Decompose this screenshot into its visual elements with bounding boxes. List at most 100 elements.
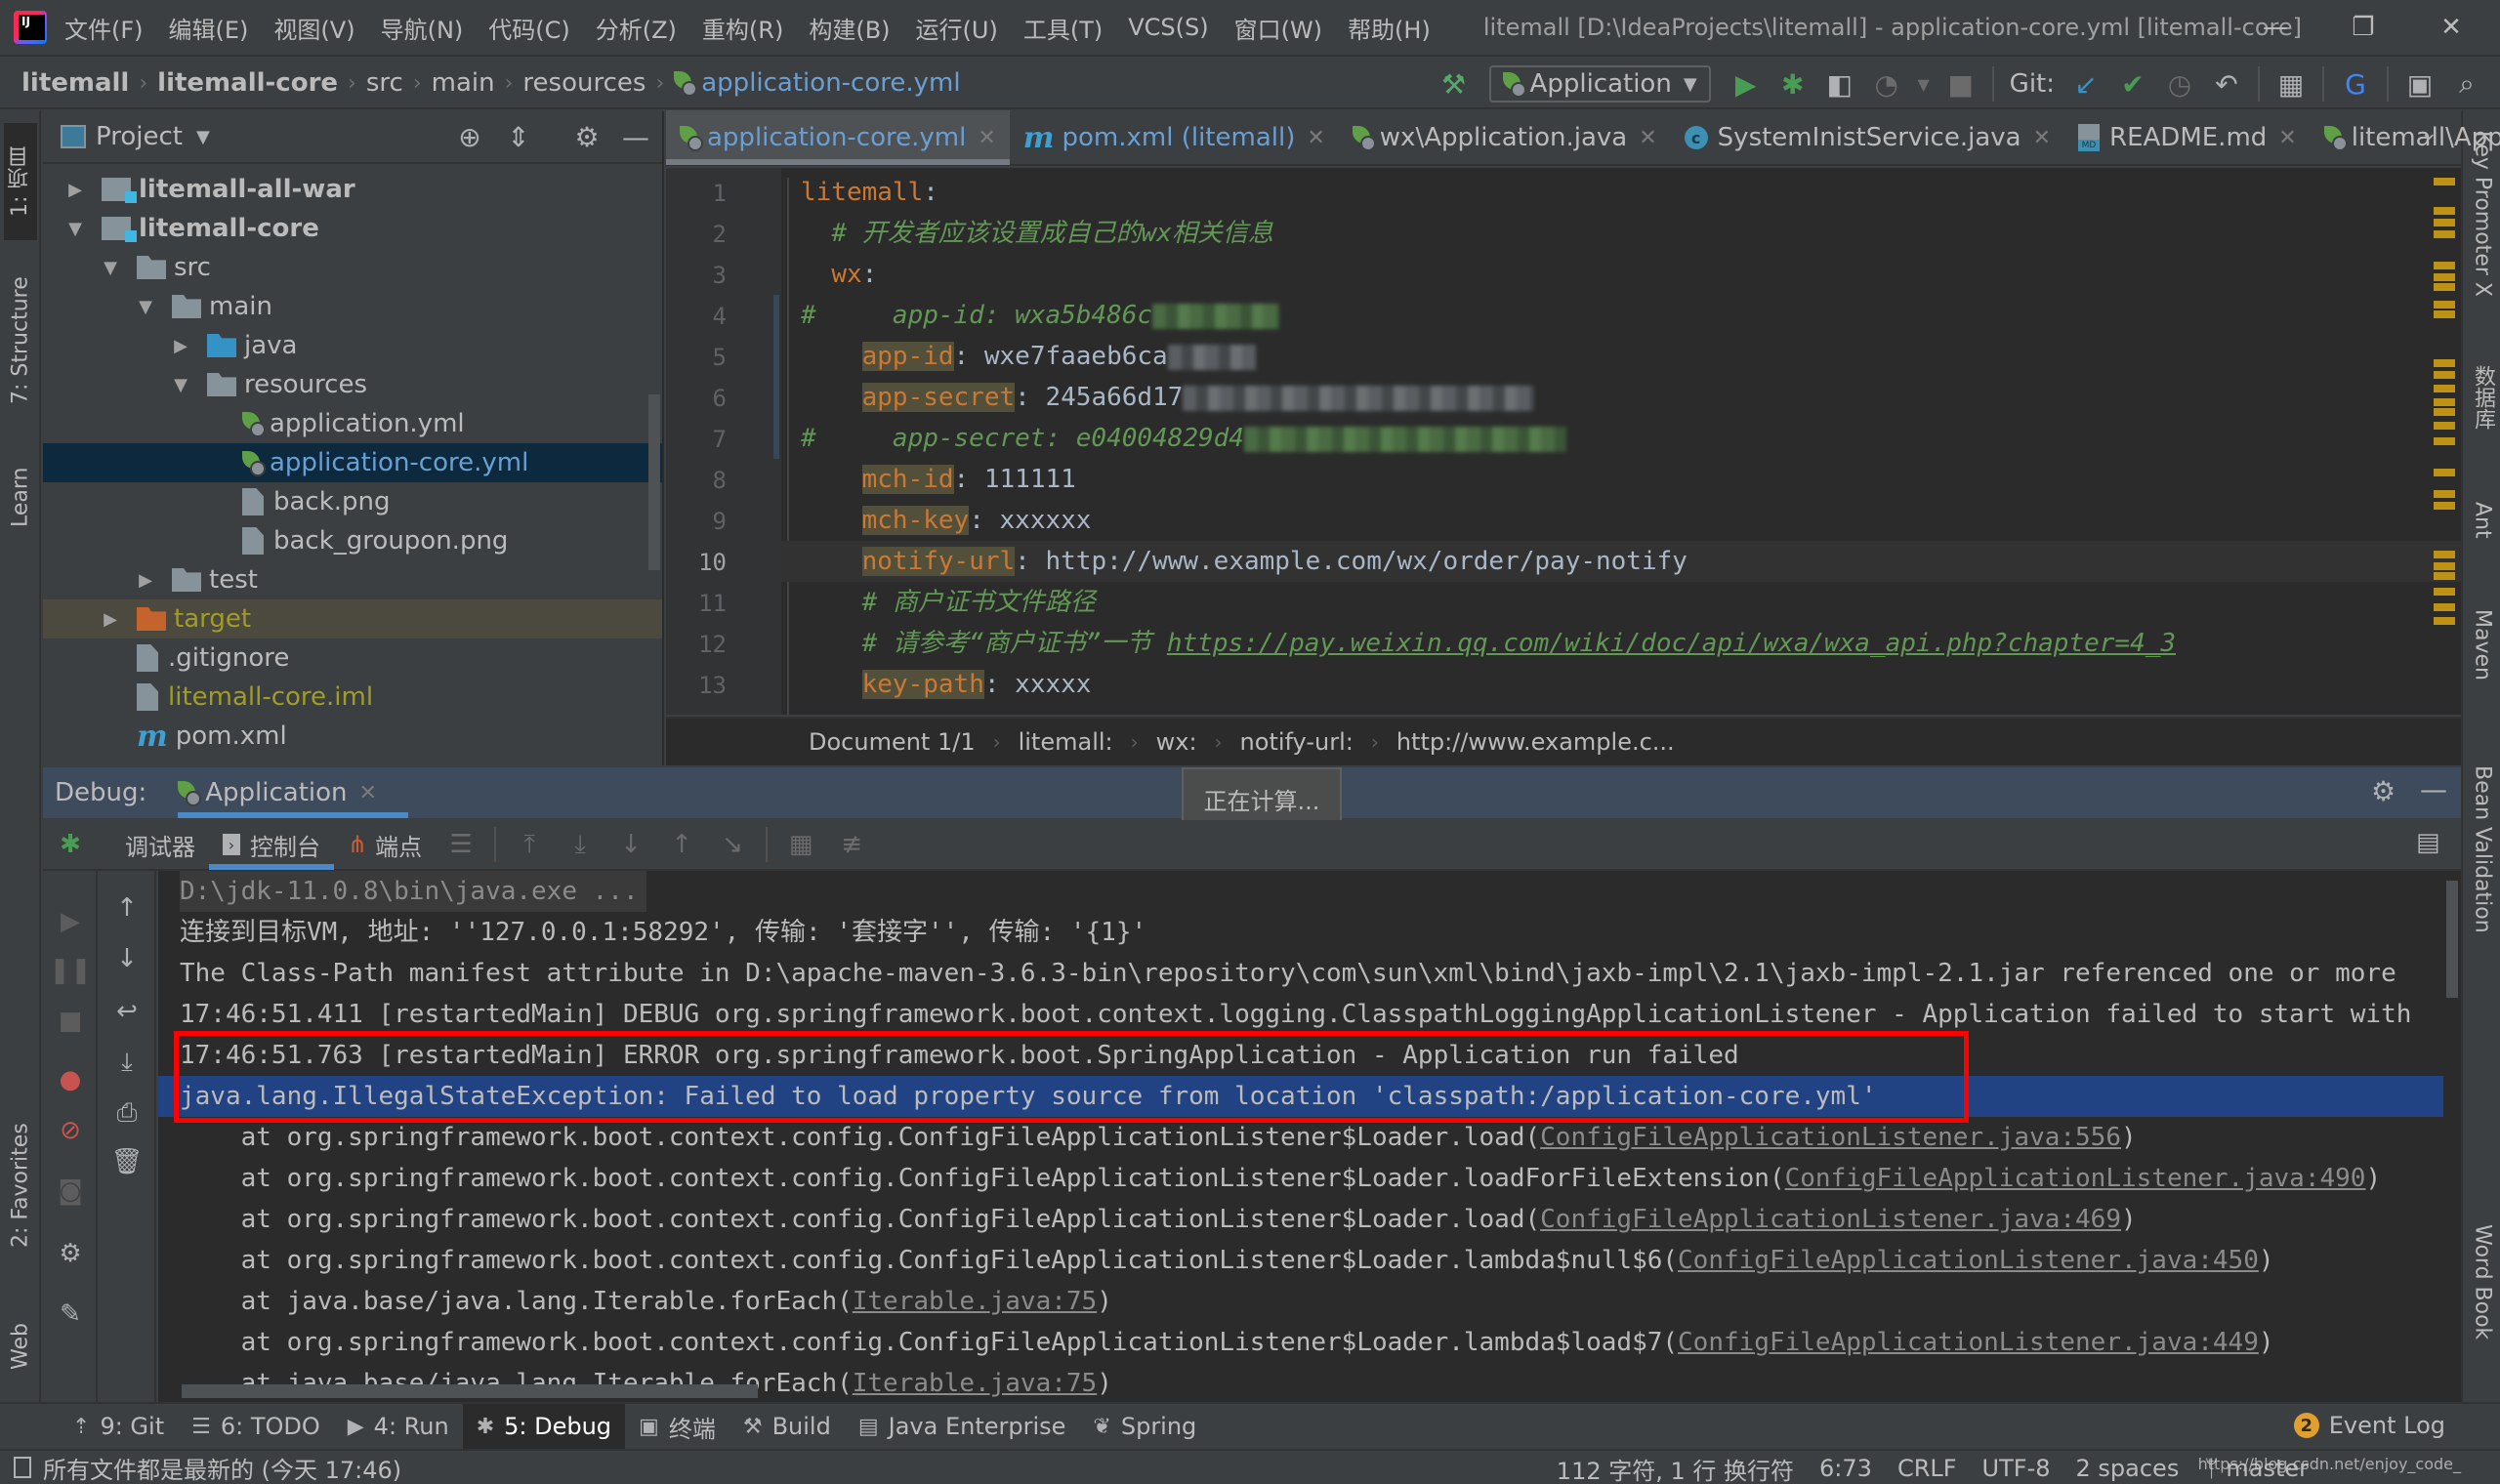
resume-icon[interactable]: ▶ bbox=[53, 904, 88, 939]
tool-tab-project[interactable]: 1: 项目 bbox=[4, 123, 37, 240]
menu-code[interactable]: 代码(C) bbox=[488, 11, 569, 45]
tree-item[interactable]: m pom.xml bbox=[43, 717, 662, 756]
tree-item[interactable]: ▶ java bbox=[43, 326, 662, 365]
tree-item[interactable]: application-core.yml bbox=[43, 443, 662, 482]
git-update-icon[interactable]: ↙ bbox=[2068, 66, 2104, 102]
run-with-coverage-icon[interactable]: ◧ bbox=[1822, 66, 1857, 102]
tree-item[interactable]: ▶ test bbox=[43, 560, 662, 599]
warning-stripe-mark[interactable] bbox=[2434, 310, 2455, 318]
menu-vcs[interactable]: VCS(S) bbox=[1128, 14, 1208, 41]
warning-stripe-mark[interactable] bbox=[2434, 572, 2455, 580]
warning-stripe-mark[interactable] bbox=[2434, 385, 2455, 392]
tree-item[interactable]: ▼ main bbox=[43, 287, 662, 326]
gear-icon[interactable]: ⚙ bbox=[2371, 775, 2396, 807]
camera-icon[interactable]: ◙ bbox=[53, 1174, 88, 1209]
tree-item[interactable]: ▶ target bbox=[43, 599, 662, 639]
expanded-arrow-icon[interactable]: ▼ bbox=[137, 297, 154, 317]
scroll-to-end-icon[interactable]: ⤓ bbox=[109, 1045, 145, 1080]
stacktrace-link[interactable]: ConfigFileApplicationListener.java:490 bbox=[1785, 1164, 2366, 1193]
collapse-all-icon[interactable]: ⇕ bbox=[502, 121, 535, 154]
chevron-down-icon[interactable]: ▼ bbox=[1916, 66, 1932, 102]
menu-window[interactable]: 窗口(W) bbox=[1234, 11, 1322, 45]
editor-tab[interactable]: README.md ✕ bbox=[2064, 110, 2311, 165]
warning-stripe-mark[interactable] bbox=[2434, 219, 2455, 227]
caret-position[interactable]: 6:73 bbox=[1819, 1455, 1872, 1482]
close-tab-icon[interactable]: ✕ bbox=[2033, 126, 2051, 150]
collapsed-arrow-icon[interactable]: ▶ bbox=[102, 609, 119, 630]
editor-tab[interactable]: wx\Application.java ✕ bbox=[1339, 110, 1671, 165]
editor-tab[interactable]: c SystemInistService.java ✕ bbox=[1671, 110, 2064, 165]
editor-tab[interactable]: m pom.xml (litemall) ✕ bbox=[1010, 110, 1339, 165]
tree-item[interactable]: ▼ resources bbox=[43, 365, 662, 404]
step-into-icon[interactable]: ↓ bbox=[613, 827, 648, 862]
stop-icon[interactable]: ■ bbox=[1943, 66, 1979, 102]
settings-icon[interactable]: ⚙ bbox=[53, 1236, 88, 1271]
warning-stripe-mark[interactable] bbox=[2434, 437, 2455, 445]
stacktrace-link[interactable]: ConfigFileApplicationListener.java:556 bbox=[1540, 1123, 2121, 1152]
hide-panel-icon[interactable]: — bbox=[2420, 773, 2447, 805]
warning-stripe-mark[interactable] bbox=[2434, 178, 2455, 186]
tree-item[interactable]: ▼ src bbox=[43, 248, 662, 287]
project-structure-icon[interactable]: ▦ bbox=[2273, 66, 2309, 102]
project-scrollbar[interactable] bbox=[648, 394, 660, 570]
git-commit-check-icon[interactable]: ✔ bbox=[2115, 66, 2150, 102]
close-tab-icon[interactable]: ✕ bbox=[1307, 126, 1324, 150]
evaluate-expression-icon[interactable]: ▦ bbox=[783, 827, 818, 862]
run-config-selector[interactable]: Application ▼ bbox=[1488, 65, 1711, 103]
soft-wrap-icon[interactable]: ↩ bbox=[109, 994, 145, 1029]
run-to-cursor-icon[interactable]: ↘ bbox=[715, 827, 750, 862]
tool-tab-bean-validation[interactable]: Bean Validation bbox=[2467, 765, 2498, 961]
menu-refactor[interactable]: 重构(R) bbox=[702, 11, 783, 45]
code-editor[interactable]: 1 2 3 4 5 6 7 8 9 10 11 12 13 litemall: # 开发者应该设置成自己… bbox=[666, 168, 2461, 715]
warning-stripe-mark[interactable] bbox=[2434, 490, 2455, 498]
crumb-src[interactable]: src bbox=[366, 68, 403, 98]
tool-tab-ant[interactable]: Ant bbox=[2467, 502, 2498, 580]
mute-breakpoints-icon[interactable]: ⊘ bbox=[53, 1113, 88, 1148]
trash-icon[interactable]: 🗑 bbox=[109, 1144, 145, 1179]
view-breakpoints-icon[interactable]: ● bbox=[53, 1062, 88, 1097]
collapsed-arrow-icon[interactable]: ▶ bbox=[172, 336, 189, 356]
editor-tab[interactable]: application-core.yml ✕ bbox=[666, 110, 1010, 165]
tree-item[interactable]: application.yml bbox=[43, 404, 662, 443]
crumb-file[interactable]: application-core.yml bbox=[701, 68, 960, 98]
horizontal-scrollbar[interactable] bbox=[182, 1384, 758, 1398]
warning-stripe-mark[interactable] bbox=[2434, 207, 2455, 215]
stacktrace-link[interactable]: ConfigFileApplicationListener.java:449 bbox=[1678, 1328, 2259, 1357]
file-encoding[interactable]: UTF-8 bbox=[1982, 1455, 2051, 1482]
stacktrace-link[interactable]: ConfigFileApplicationListener.java:450 bbox=[1678, 1246, 2259, 1275]
tab-endpoints[interactable]: ⋔ 端点 bbox=[334, 819, 436, 870]
tree-item[interactable]: ▼ litemall-core bbox=[43, 209, 662, 248]
tool-tab-word-book[interactable]: Word Book bbox=[2467, 1224, 2498, 1381]
warning-stripe-mark[interactable] bbox=[2434, 617, 2455, 625]
menu-tools[interactable]: 工具(T) bbox=[1023, 11, 1103, 45]
collapsed-arrow-icon[interactable]: ▶ bbox=[137, 570, 154, 591]
stacktrace-link[interactable]: Iterable.java:75 bbox=[853, 1369, 1097, 1398]
git-rollback-icon[interactable]: ↶ bbox=[2209, 66, 2244, 102]
translate-icon[interactable]: G bbox=[2338, 66, 2373, 102]
warning-stripe-mark[interactable] bbox=[2434, 551, 2455, 558]
line-separator[interactable]: CRLF bbox=[1897, 1455, 1957, 1482]
warning-stripe-mark[interactable] bbox=[2434, 359, 2455, 367]
debug-bug-icon[interactable]: ✱ bbox=[1775, 66, 1811, 102]
crumb-resources[interactable]: resources bbox=[522, 68, 646, 98]
arrow-down-icon[interactable]: ↓ bbox=[109, 941, 145, 976]
comment-link[interactable]: https://pay.weixin.qq.com/wiki/doc/api/w… bbox=[1167, 629, 2176, 658]
selection-info[interactable]: 112 字符, 1 行 换行符 bbox=[1557, 1452, 1794, 1484]
step-over-icon[interactable]: ⤓ bbox=[562, 827, 598, 862]
pin-icon[interactable]: ✎ bbox=[53, 1297, 88, 1332]
warning-stripe-mark[interactable] bbox=[2434, 301, 2455, 309]
close-tab-icon[interactable]: ✕ bbox=[2278, 126, 2296, 150]
menu-run[interactable]: 运行(U) bbox=[916, 11, 998, 45]
tree-item[interactable]: .gitignore bbox=[43, 639, 662, 678]
warning-stripe-mark[interactable] bbox=[2434, 262, 2455, 269]
editor-tab[interactable]: litemall\Applic bbox=[2311, 110, 2500, 165]
menu-analyze[interactable]: 分析(Z) bbox=[596, 11, 677, 45]
console-scrollbar[interactable] bbox=[2443, 871, 2461, 1402]
tool-tab-web[interactable]: Web bbox=[4, 1293, 37, 1400]
error-stripe[interactable] bbox=[2434, 168, 2455, 715]
warning-stripe-mark[interactable] bbox=[2434, 273, 2455, 281]
thread-list-icon[interactable]: ☰ bbox=[443, 827, 479, 862]
tree-item[interactable]: ▶ litemall-all-war bbox=[43, 170, 662, 209]
run-icon[interactable]: ▶ bbox=[1729, 66, 1764, 102]
expanded-arrow-icon[interactable]: ▼ bbox=[66, 219, 84, 239]
